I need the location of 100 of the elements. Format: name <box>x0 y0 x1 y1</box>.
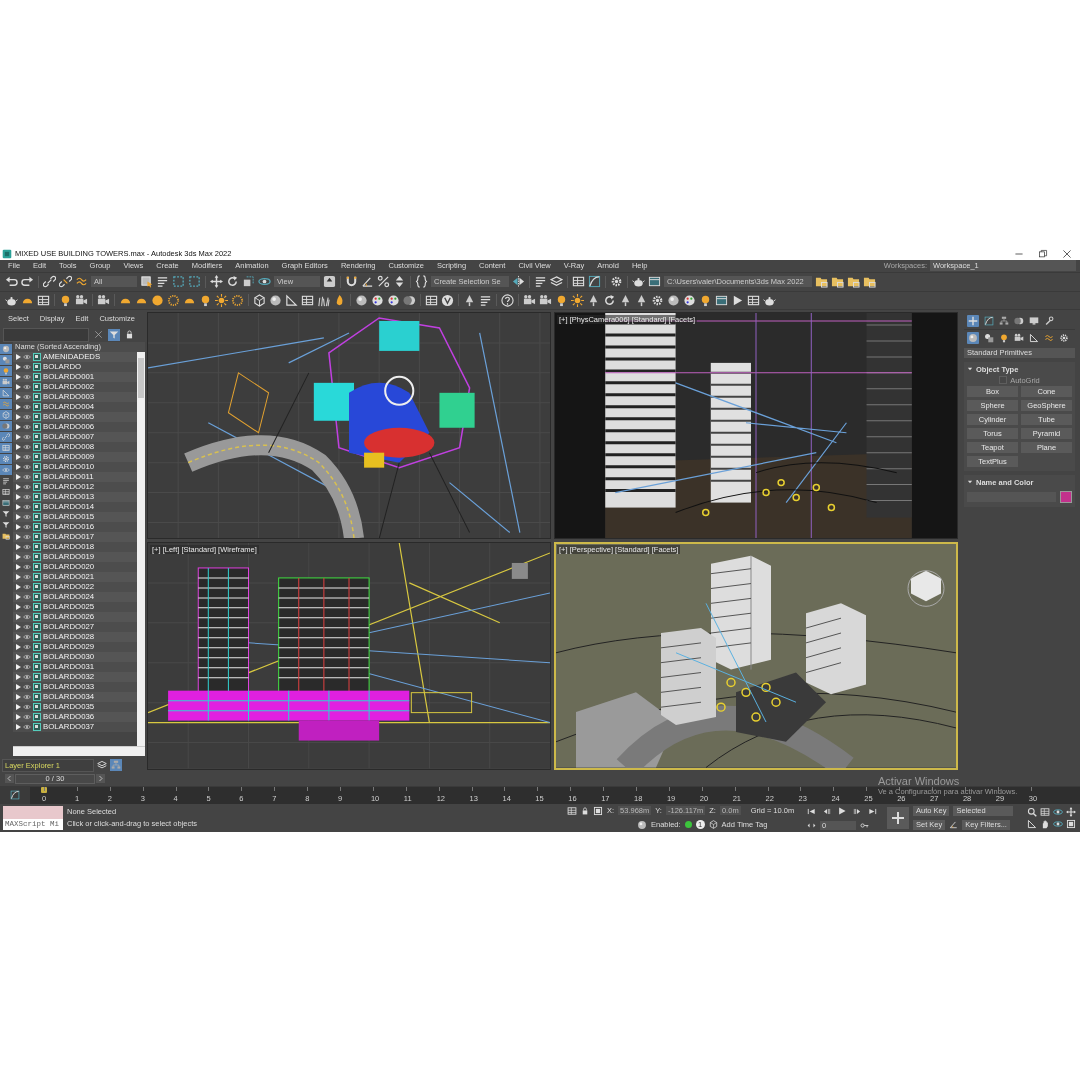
eye-icon[interactable] <box>23 602 31 611</box>
light-bulb-icon[interactable] <box>59 293 72 307</box>
filter-toggle[interactable] <box>0 354 12 365</box>
key-icon[interactable] <box>860 820 869 830</box>
filter-toggle[interactable] <box>0 387 12 398</box>
eye-icon[interactable] <box>23 382 31 391</box>
camera-icon[interactable] <box>97 293 110 307</box>
sphere-icon[interactable] <box>667 293 680 307</box>
color-swatch[interactable] <box>1060 490 1072 503</box>
eye-icon[interactable] <box>23 672 31 681</box>
layers-icon[interactable] <box>97 760 107 771</box>
filter-toggle[interactable] <box>0 376 12 387</box>
select-cursor-icon[interactable] <box>140 275 153 289</box>
tree-icon[interactable] <box>463 293 476 307</box>
braces-icon[interactable] <box>415 275 428 289</box>
eye-icon[interactable] <box>23 722 31 731</box>
search-field[interactable] <box>3 327 89 342</box>
sphere-icon[interactable] <box>637 820 647 830</box>
hierarchy-icon[interactable] <box>999 315 1009 326</box>
eye-icon[interactable] <box>23 472 31 481</box>
grid-icon[interactable] <box>747 293 760 307</box>
light-bulb-icon[interactable] <box>555 293 568 307</box>
move-icon[interactable] <box>1066 807 1076 817</box>
filter-toggle[interactable] <box>0 365 12 376</box>
play-icon[interactable] <box>837 806 847 817</box>
scale-icon[interactable] <box>242 275 255 289</box>
folder-icon[interactable] <box>815 275 828 289</box>
skip-start-icon[interactable] <box>807 806 816 816</box>
window-icon[interactable] <box>648 275 661 289</box>
sphere-icon[interactable] <box>355 293 368 307</box>
eye-icon[interactable] <box>23 642 31 651</box>
gear-icon[interactable] <box>1059 332 1069 343</box>
spinner-icon[interactable] <box>393 275 406 289</box>
status-dot[interactable] <box>684 821 692 829</box>
filter-toggle[interactable] <box>0 464 12 475</box>
orbit-icon[interactable] <box>1053 807 1063 817</box>
dashed-rectangle-icon[interactable] <box>188 275 201 289</box>
maximize-icon[interactable] <box>593 805 603 816</box>
circles-icon[interactable] <box>403 293 416 307</box>
close-icon[interactable] <box>1062 248 1072 259</box>
upload-icon[interactable] <box>323 275 336 289</box>
eye-icon[interactable] <box>23 592 31 601</box>
eye-icon[interactable] <box>23 652 31 661</box>
skip-end-icon[interactable] <box>868 806 877 816</box>
sphere-icon[interactable] <box>269 293 282 307</box>
filter-toggle[interactable] <box>0 497 12 508</box>
grid-icon[interactable] <box>301 293 314 307</box>
eye-icon[interactable] <box>23 702 31 711</box>
listener-input[interactable] <box>3 805 63 819</box>
eye-icon[interactable] <box>23 502 31 511</box>
filter-toggle[interactable] <box>0 420 12 431</box>
eye-icon[interactable] <box>23 552 31 561</box>
light-bulb-icon[interactable] <box>199 293 212 307</box>
triangle-icon[interactable] <box>285 293 298 307</box>
grid-icon[interactable] <box>572 275 585 289</box>
wave-icon[interactable] <box>1044 332 1054 343</box>
filter-toggle[interactable] <box>0 343 12 354</box>
eye-icon[interactable] <box>23 572 31 581</box>
close-icon[interactable] <box>94 330 103 340</box>
rotate-icon[interactable] <box>226 275 239 289</box>
folder-icon[interactable] <box>831 275 844 289</box>
step-back-icon[interactable] <box>822 806 831 816</box>
grid-icon[interactable] <box>37 293 50 307</box>
tree-icon[interactable] <box>587 293 600 307</box>
dashed-circle-icon[interactable] <box>167 293 180 307</box>
triangle-icon[interactable] <box>1029 332 1039 343</box>
step-forward-icon[interactable] <box>853 806 862 816</box>
grid-icon[interactable] <box>425 293 438 307</box>
eye-icon[interactable] <box>23 482 31 491</box>
angle-icon[interactable] <box>949 820 959 830</box>
filter-toggle[interactable] <box>0 409 12 420</box>
filter-toggle[interactable] <box>0 486 12 497</box>
circles-icon[interactable] <box>1014 315 1024 326</box>
eye-icon[interactable] <box>23 462 31 471</box>
eye-icon[interactable] <box>23 452 31 461</box>
filter-toggle[interactable] <box>0 519 12 530</box>
horizontal-scrollbar[interactable] <box>13 745 145 756</box>
dashed-circle-icon[interactable] <box>231 293 244 307</box>
gear-icon[interactable] <box>651 293 664 307</box>
move-icon[interactable] <box>210 275 223 289</box>
eye-icon[interactable] <box>23 532 31 541</box>
list-icon[interactable] <box>156 275 169 289</box>
mirror-icon[interactable] <box>512 275 525 289</box>
link-icon[interactable] <box>43 275 56 289</box>
circle-logo-icon[interactable] <box>441 293 454 307</box>
cube-icon[interactable] <box>253 293 266 307</box>
eye-icon[interactable] <box>23 422 31 431</box>
frame-marker[interactable] <box>41 786 47 793</box>
list-icon[interactable] <box>534 275 547 289</box>
filter-toggle[interactable] <box>0 431 12 442</box>
eye-icon[interactable] <box>23 662 31 671</box>
unlink-icon[interactable] <box>59 275 72 289</box>
eye-icon[interactable] <box>23 352 31 361</box>
ball-icon[interactable] <box>151 293 164 307</box>
next-frame-button[interactable] <box>96 774 105 784</box>
eye-icon[interactable] <box>23 632 31 641</box>
help-icon[interactable] <box>501 293 514 307</box>
filter-toggle[interactable] <box>0 442 12 453</box>
eye-icon[interactable] <box>23 392 31 401</box>
angle-icon[interactable] <box>361 275 374 289</box>
